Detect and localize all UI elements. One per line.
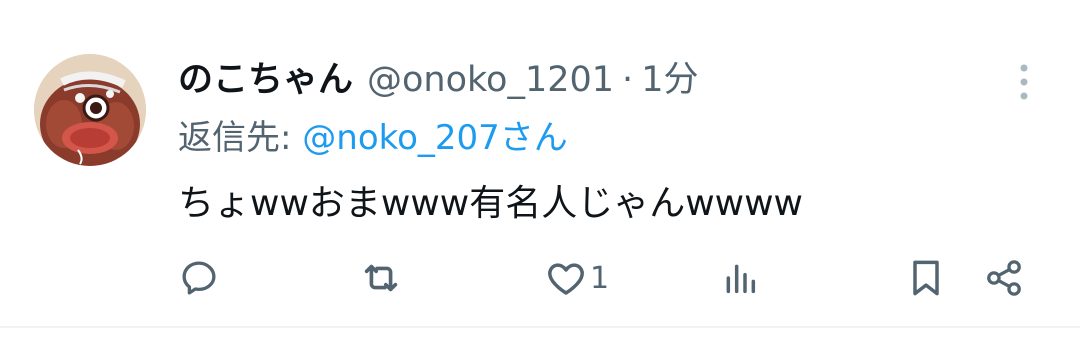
bookmark-button[interactable]	[904, 252, 948, 304]
retweet-icon	[364, 264, 398, 292]
avatar-image	[34, 54, 146, 166]
reply-button[interactable]	[178, 252, 220, 304]
user-handle[interactable]: @onoko_1201	[367, 52, 614, 108]
more-vertical-icon	[1020, 64, 1028, 100]
share-button[interactable]	[982, 252, 1026, 304]
reply-to-link[interactable]: @noko_207さん	[302, 118, 568, 158]
separator-dot: ·	[622, 60, 634, 100]
bookmark-icon	[913, 260, 939, 296]
action-bar: 1	[0, 252, 1080, 304]
tweet-text: ちょwwおまwww有名人じゃんwwww	[178, 183, 803, 224]
more-options-button[interactable]	[1012, 62, 1036, 102]
tweet[interactable]: のこちゃん @onoko_1201 · 1分 返信先: @noko_207さん …	[0, 0, 1080, 360]
views-button[interactable]	[720, 252, 760, 304]
reply-icon	[182, 261, 216, 295]
share-icon	[987, 260, 1021, 296]
heart-icon	[548, 263, 584, 295]
timestamp[interactable]: 1分	[641, 52, 698, 108]
reply-prefix: 返信先:	[178, 118, 303, 158]
retweet-button[interactable]	[358, 252, 404, 304]
tweet-header: のこちゃん @onoko_1201 · 1分	[178, 52, 698, 108]
avatar[interactable]	[34, 54, 146, 166]
like-count: 1	[590, 260, 610, 296]
display-name[interactable]: のこちゃん	[178, 52, 353, 108]
like-button[interactable]: 1	[544, 252, 609, 304]
bar-chart-icon	[726, 264, 756, 294]
reply-context: 返信先: @noko_207さん	[178, 110, 568, 166]
divider	[0, 326, 1080, 328]
